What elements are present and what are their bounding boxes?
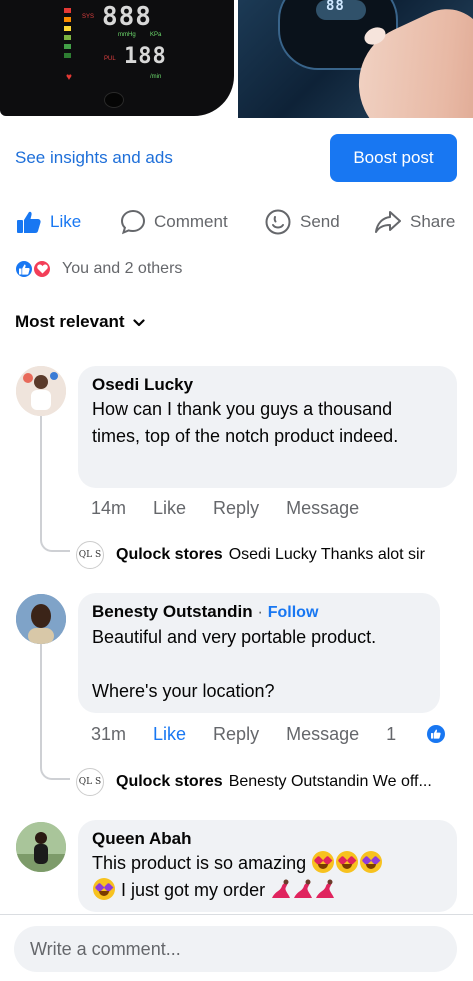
comment-button[interactable]: Comment [120,204,228,240]
like-reaction-icon [14,259,34,279]
share-label: Share [410,212,456,231]
comment-message-button[interactable]: Message [286,724,359,745]
reaction-icons [14,259,58,279]
comment-sort-dropdown[interactable]: Most relevant [15,312,145,332]
thread-connector [40,416,70,552]
follow-separator: · [257,602,263,621]
comment-author[interactable]: Queen Abah [92,828,443,850]
comment-like-button[interactable]: Like [153,724,186,745]
comment-text-second-line: Where's your location? [92,681,275,701]
store-avatar: QL S [76,768,104,796]
finger-device-image[interactable]: 88 [238,0,473,118]
display-sys-label: SYS [82,14,95,20]
dancer-emoji-icon [292,878,314,900]
send-label: Send [300,212,340,231]
comment-meta: 31m Like Reply Message 1 [91,722,446,746]
dancer-emoji-icon [270,878,292,900]
like-count-value: 1 [386,723,397,744]
post-media[interactable]: 888 mmHg KPa SYS PUL 188 /min ♥ 88 [0,0,473,118]
speech-bubble-icon [120,209,146,235]
comment-bubble[interactable]: Osedi Lucky How can I thank you guys a t… [78,366,457,488]
display-pulse-digits: 188 [124,44,167,69]
display-bpm-label: /min [150,74,162,80]
led-darkgreen [64,53,71,58]
display-sys-digits: 888 [102,2,152,32]
comment-reply-button[interactable]: Reply [213,724,259,745]
comment-text-line-2: I just got my order [92,877,443,904]
comment-like-button[interactable]: Like [153,498,186,519]
led-indicator-column [64,8,72,62]
write-comment-input[interactable]: Write a comment... [14,926,457,972]
share-button[interactable]: Share [374,204,455,240]
heart-eyes-emoji-icon [336,851,359,873]
comment-message-button[interactable]: Message [286,498,359,519]
comment-meta: 14m Like Reply Message [91,496,386,520]
thread-connector [40,644,70,780]
reaction-summary-text: You and 2 others [62,260,183,277]
follow-button[interactable]: Follow [268,604,319,621]
reply-preview[interactable]: QL S Qulock stores Osedi Lucky Thanks al… [76,540,425,570]
comment-label: Comment [154,212,228,231]
store-avatar: QL S [76,541,104,569]
see-insights-link[interactable]: See insights and ads [15,148,173,168]
comment-time: 31m [91,723,127,744]
led-orange [64,17,71,22]
comment-text: This product is so amazing [92,853,307,873]
heart-eyes-emoji-icon [312,851,335,873]
comment-like-count[interactable]: 1 [386,724,472,745]
comment-author-row: Benesty Outstandin · Follow [92,601,426,624]
comment-time: 14m [91,497,127,518]
thumbs-up-icon [16,210,42,234]
sort-label: Most relevant [15,312,125,331]
like-button[interactable]: Like [16,204,81,240]
comment-author[interactable]: Benesty Outstandin [92,602,253,621]
post-action-bar: Like Comment Send Share [0,204,473,240]
led-lightgreen [64,35,71,40]
composer-divider [0,914,473,915]
chevron-down-icon [132,312,145,332]
blood-pressure-monitor-image[interactable]: 888 mmHg KPa SYS PUL 188 /min ♥ [0,0,234,118]
avatar[interactable] [16,366,66,416]
reply-author: Qulock stores [116,546,223,563]
led-green [64,44,71,49]
love-reaction-icon [32,259,52,279]
comment-text: How can I thank you guys a thousand time… [92,399,399,446]
star-struck-emoji-icon [93,878,115,900]
comment-bubble[interactable]: Queen Abah This product is so amazing I … [78,820,457,912]
comment-text-continued: I just got my order [121,880,266,900]
display-right-digits: 88 [326,0,345,14]
boost-post-button[interactable]: Boost post [330,134,457,182]
monitor-power-button [104,92,124,108]
star-struck-emoji-icon [360,851,383,873]
monitor-device: 888 mmHg KPa SYS PUL 188 /min ♥ [0,0,234,116]
reply-text: Osedi Lucky Thanks alot sir [228,546,425,563]
comment-text: Beautiful and very portable product. [92,627,377,647]
reaction-summary[interactable]: You and 2 others [14,258,182,280]
reply-text: Benesty Outstandin We off... [228,773,432,790]
heart-icon: ♥ [66,72,72,83]
avatar[interactable] [16,594,66,644]
share-arrow-icon [374,210,402,234]
send-button[interactable]: Send [264,204,340,240]
reply-preview[interactable]: QL S Qulock stores Benesty Outstandin We… [76,767,432,797]
led-red [64,8,71,13]
avatar[interactable] [16,822,66,872]
comment-bubble[interactable]: Benesty Outstandin · Follow Beautiful an… [78,593,440,713]
messenger-icon [264,208,292,236]
comment-author[interactable]: Osedi Lucky [92,374,443,396]
display-kpa-label: KPa [150,32,162,38]
comment-text-line-1: This product is so amazing [92,850,443,877]
display-unit-label: mmHg [118,32,136,38]
led-yellow [64,26,71,31]
dancer-emoji-icon [314,878,336,900]
display-pul-label: PUL [104,56,116,62]
comment-reply-button[interactable]: Reply [213,498,259,519]
reply-author: Qulock stores [116,773,223,790]
like-label: Like [50,212,82,231]
like-badge-icon [427,725,446,743]
